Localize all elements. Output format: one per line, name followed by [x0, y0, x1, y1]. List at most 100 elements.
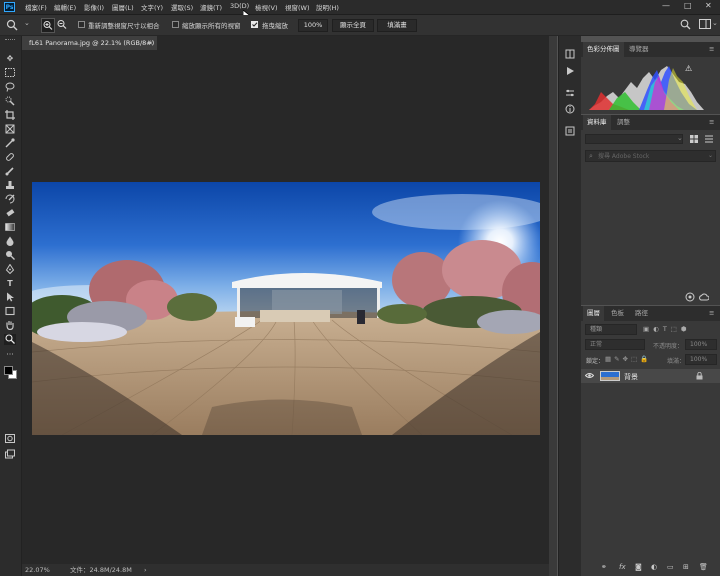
pen-tool-icon[interactable] [4, 263, 16, 275]
new-group-icon[interactable]: ▭ [667, 563, 674, 571]
layers-footer: ⚭ fx ◙ ◐ ▭ ⊞ 🗑 [601, 563, 719, 573]
tab-navigator[interactable]: 導覽器 [625, 42, 653, 57]
fill-screen-button[interactable]: 填滿畫 [377, 19, 417, 32]
panel-menu-icon[interactable]: ≡ [705, 42, 718, 57]
path-selection-tool-icon[interactable] [4, 292, 16, 303]
panel-menu-icon[interactable]: ≡ [705, 115, 718, 130]
quick-mask-icon[interactable] [4, 434, 16, 445]
zoom-all-windows-checkbox[interactable] [172, 21, 179, 28]
minimize-button[interactable]: — [662, 1, 670, 10]
opacity-field[interactable]: 100% [685, 339, 717, 350]
notes-panel-icon[interactable] [565, 126, 575, 139]
more-tools-icon[interactable]: ··· [4, 349, 16, 360]
tab-swatches[interactable]: 色板 [607, 306, 628, 321]
vertical-scrollbar[interactable] [549, 36, 557, 576]
frame-tool-icon[interactable] [4, 124, 16, 135]
info-panel-icon[interactable] [565, 104, 575, 117]
maximize-button[interactable]: □ [684, 1, 692, 10]
menu-3d[interactable]: 3D(D) [230, 2, 249, 10]
menu-view[interactable]: 檢視(V) [255, 2, 278, 12]
document-tab-close[interactable]: × [148, 36, 153, 50]
blend-mode-dropdown[interactable]: 正常 [585, 339, 645, 350]
menu-file[interactable]: 檔案(F) [25, 2, 47, 12]
hand-tool-icon[interactable] [4, 320, 16, 331]
quick-selection-tool-icon[interactable] [4, 96, 16, 107]
eyedropper-tool-icon[interactable] [4, 138, 16, 149]
tool-preset-chevron-icon[interactable]: ⌄ [24, 19, 30, 27]
toolbar-grip[interactable] [5, 39, 15, 42]
layer-style-icon[interactable]: fx [619, 563, 626, 571]
type-tool-icon[interactable]: T [4, 278, 16, 289]
zoom-in-button[interactable] [41, 18, 55, 33]
color-swatches[interactable] [4, 366, 17, 379]
layer-row[interactable]: 背景 [581, 369, 720, 383]
menu-type[interactable]: 文字(Y) [141, 2, 163, 12]
zoom-tool-icon[interactable] [6, 19, 18, 31]
delete-layer-icon[interactable]: 🗑 [699, 563, 708, 571]
workspace-chevron-icon[interactable]: ⌄ [712, 19, 718, 27]
link-layers-icon[interactable]: ⚭ [601, 563, 607, 571]
layer-filter-dropdown[interactable]: 種類 [585, 324, 637, 335]
menu-layer[interactable]: 圖層(L) [112, 2, 134, 12]
move-tool-icon[interactable]: ✥ [4, 53, 16, 64]
screen-mode-icon[interactable] [4, 449, 16, 460]
healing-brush-tool-icon[interactable] [4, 152, 16, 163]
list-view-icon[interactable] [704, 134, 714, 144]
marquee-tool-icon[interactable] [4, 68, 16, 79]
search-icon[interactable] [680, 19, 691, 30]
panorama-image[interactable] [32, 182, 540, 435]
menu-help[interactable]: 說明(H) [316, 2, 339, 12]
menu-filter[interactable]: 濾鏡(T) [200, 2, 222, 12]
menu-image[interactable]: 影像(I) [84, 2, 104, 12]
status-menu-arrow[interactable]: › [144, 564, 147, 576]
histogram-warning-icon[interactable]: ⚠ [685, 64, 692, 73]
layer-visibility-eye-icon[interactable] [585, 372, 594, 379]
library-dropdown[interactable] [585, 134, 683, 144]
properties-panel-icon[interactable] [565, 88, 575, 101]
fill-field[interactable]: 100% [685, 354, 717, 365]
tab-adjustments[interactable]: 調整 [613, 115, 634, 130]
close-button[interactable]: ✕ [705, 1, 712, 10]
workspace-icon[interactable] [699, 19, 711, 30]
cc-libraries-icon[interactable] [685, 292, 695, 302]
menu-edit[interactable]: 編輯(E) [54, 2, 76, 12]
eraser-tool-icon[interactable] [4, 208, 16, 219]
tab-layers[interactable]: 圖層 [583, 306, 604, 321]
lock-options-icons[interactable]: ▦✎✥⬚🔒 [605, 355, 655, 364]
stock-search-chevron-icon[interactable]: ⌄ [708, 151, 713, 160]
scrubby-zoom-checkbox[interactable] [251, 21, 258, 28]
foreground-color-swatch[interactable] [4, 366, 13, 375]
cloud-icon[interactable] [699, 292, 710, 302]
stock-search-field[interactable]: ⌕ 搜尋 Adobe Stock ⌄ [585, 150, 716, 162]
add-mask-icon[interactable]: ◙ [635, 563, 642, 571]
tab-histogram[interactable]: 色彩分佈圖 [583, 42, 624, 57]
brush-tool-icon[interactable] [4, 166, 16, 177]
menu-window[interactable]: 視窗(W) [285, 2, 310, 12]
tab-paths[interactable]: 路徑 [631, 306, 652, 321]
dodge-tool-icon[interactable] [4, 250, 16, 261]
rectangle-tool-icon[interactable] [4, 306, 16, 317]
document-tab[interactable]: fL61 Panorama.jpg @ 22.1% (RGB/8#) × [22, 36, 157, 50]
menu-select[interactable]: 選取(S) [171, 2, 193, 12]
tab-libraries[interactable]: 資料庫 [583, 115, 611, 130]
blur-tool-icon[interactable] [4, 236, 16, 247]
zoom-percent-button[interactable]: 100% [298, 19, 328, 32]
grid-view-icon[interactable] [689, 134, 699, 144]
zoom-level-readout[interactable]: 22.07% [25, 564, 50, 576]
lasso-tool-icon[interactable] [4, 82, 16, 93]
panel-menu-icon[interactable]: ≡ [705, 306, 718, 321]
new-layer-icon[interactable]: ⊞ [683, 563, 689, 571]
layer-filter-icons[interactable]: ▣◐T⬚⬢ [643, 325, 717, 334]
zoom-tool-icon[interactable] [4, 334, 16, 345]
library-dropdown-chevron-icon[interactable]: ⌄ [677, 134, 683, 142]
actions-play-icon[interactable] [565, 66, 575, 79]
resize-windows-checkbox[interactable] [78, 21, 85, 28]
clone-stamp-tool-icon[interactable] [4, 180, 16, 191]
zoom-out-button[interactable] [56, 18, 68, 31]
history-panel-icon[interactable] [565, 49, 575, 62]
history-brush-tool-icon[interactable] [4, 194, 16, 205]
fit-screen-button[interactable]: 顯示全頁 [332, 19, 374, 32]
crop-tool-icon[interactable] [4, 110, 16, 121]
gradient-tool-icon[interactable] [4, 222, 16, 233]
adjustment-layer-icon[interactable]: ◐ [651, 563, 657, 571]
